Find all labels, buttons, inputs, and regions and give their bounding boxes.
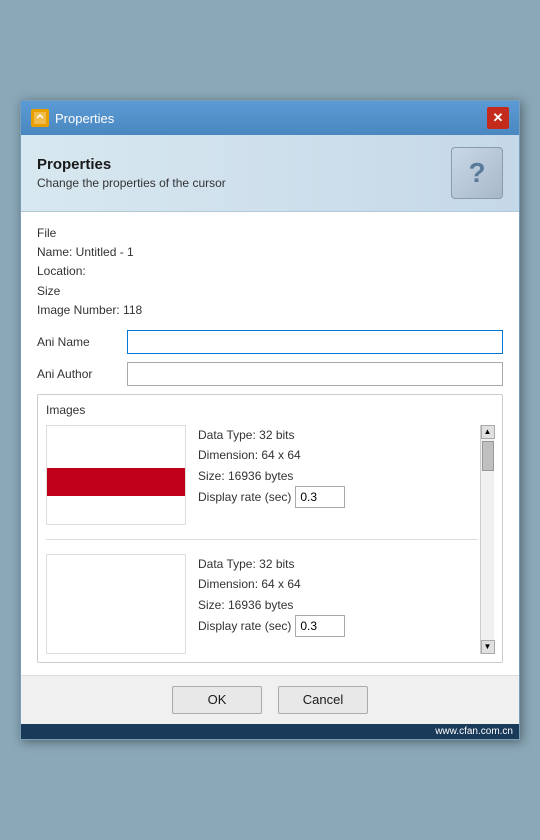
header-title: Properties <box>37 156 226 173</box>
dimension-2: Dimension: 64 x 64 <box>198 574 478 594</box>
image-thumb-2 <box>46 554 186 654</box>
scrollbar[interactable]: ▲ ▼ <box>480 425 494 654</box>
title-bar-text: Properties <box>55 111 114 126</box>
file-label: File <box>37 224 503 243</box>
rate-input-1[interactable] <box>295 486 345 508</box>
header-subtitle: Change the properties of the cursor <box>37 176 226 190</box>
file-info-section: File Name: Untitled - 1 Location: Size I… <box>37 224 503 320</box>
ani-author-input[interactable] <box>127 362 503 386</box>
display-rate-row-2: Display rate (sec) <box>198 615 478 637</box>
data-type-2: Data Type: 32 bits <box>198 554 478 574</box>
header-text: Properties Change the properties of the … <box>37 156 226 190</box>
watermark: www.cfan.com.cn <box>21 724 519 739</box>
title-bar: Properties ✕ <box>21 101 519 135</box>
images-section: Images Data Type: 32 bits Dimension: 64 … <box>37 394 503 663</box>
size-1: Size: 16936 bytes <box>198 466 478 486</box>
ok-button[interactable]: OK <box>172 686 262 714</box>
display-rate-label-1: Display rate (sec) <box>198 487 291 507</box>
ani-name-input[interactable] <box>127 330 503 354</box>
help-icon[interactable]: ? <box>451 147 503 199</box>
dimension-1: Dimension: 64 x 64 <box>198 445 478 465</box>
images-label: Images <box>46 403 494 417</box>
close-button[interactable]: ✕ <box>487 107 509 129</box>
display-rate-label-2: Display rate (sec) <box>198 616 291 636</box>
image-item-2: Data Type: 32 bits Dimension: 64 x 64 Si… <box>46 554 478 654</box>
name-label: Name: Untitled - 1 <box>37 243 503 262</box>
ani-name-row: Ani Name <box>37 330 503 354</box>
scroll-down-arrow[interactable]: ▼ <box>481 640 495 654</box>
red-bar <box>47 468 185 496</box>
footer: OK Cancel <box>21 675 519 724</box>
image-item-1: Data Type: 32 bits Dimension: 64 x 64 Si… <box>46 425 478 525</box>
app-icon <box>31 109 49 127</box>
image-info-2: Data Type: 32 bits Dimension: 64 x 64 Si… <box>198 554 478 637</box>
ani-author-label: Ani Author <box>37 367 127 381</box>
image-number-label: Image Number: 118 <box>37 301 503 320</box>
location-label: Location: <box>37 262 503 281</box>
images-container: Data Type: 32 bits Dimension: 64 x 64 Si… <box>46 425 478 654</box>
image-thumb-1 <box>46 425 186 525</box>
size-2: Size: 16936 bytes <box>198 595 478 615</box>
size-label: Size <box>37 282 503 301</box>
display-rate-row-1: Display rate (sec) <box>198 486 478 508</box>
cancel-button[interactable]: Cancel <box>278 686 368 714</box>
images-wrapper: Data Type: 32 bits Dimension: 64 x 64 Si… <box>46 425 494 654</box>
header-section: Properties Change the properties of the … <box>21 135 519 212</box>
ani-name-label: Ani Name <box>37 335 127 349</box>
scroll-thumb[interactable] <box>482 441 494 471</box>
title-bar-left: Properties <box>31 109 114 127</box>
properties-dialog: Properties ✕ Properties Change the prope… <box>20 100 520 740</box>
data-type-1: Data Type: 32 bits <box>198 425 478 445</box>
image-info-1: Data Type: 32 bits Dimension: 64 x 64 Si… <box>198 425 478 508</box>
divider-1 <box>46 539 478 540</box>
content-area: File Name: Untitled - 1 Location: Size I… <box>21 212 519 675</box>
rate-input-2[interactable] <box>295 615 345 637</box>
scroll-up-arrow[interactable]: ▲ <box>481 425 495 439</box>
ani-author-row: Ani Author <box>37 362 503 386</box>
